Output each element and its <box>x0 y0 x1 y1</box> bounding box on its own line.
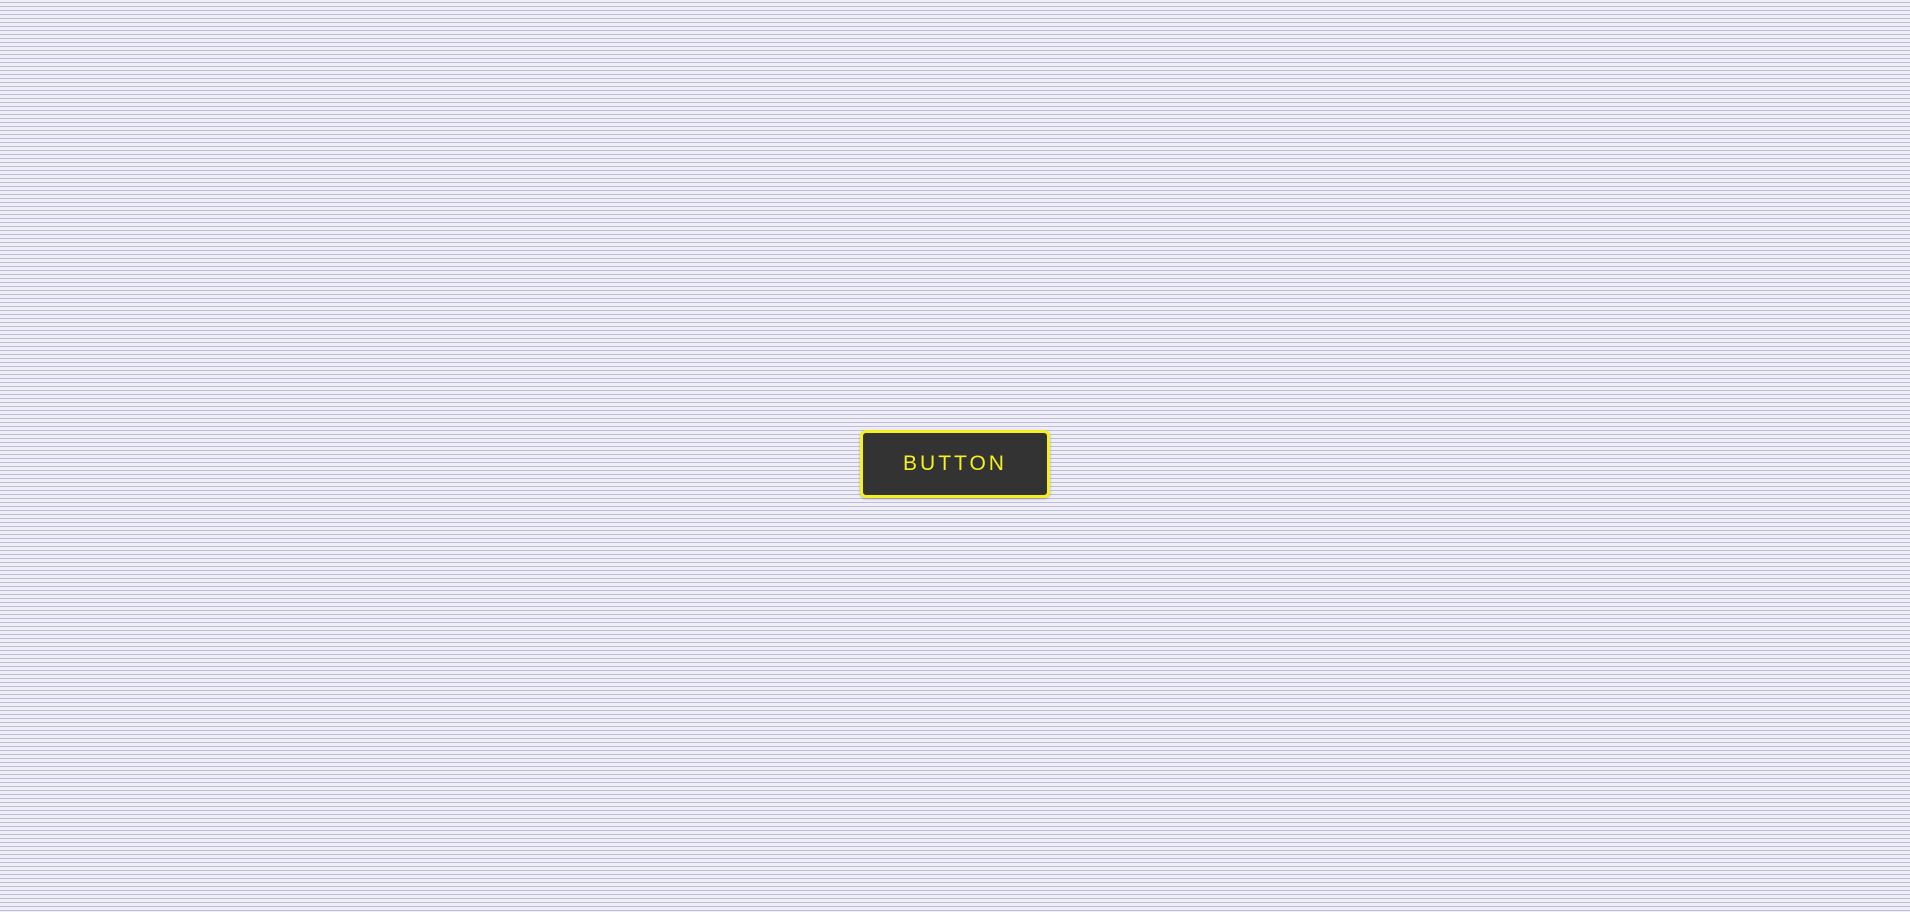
main-button[interactable]: BUTTON <box>860 430 1050 498</box>
page-background: BUTTON <box>0 0 1910 912</box>
